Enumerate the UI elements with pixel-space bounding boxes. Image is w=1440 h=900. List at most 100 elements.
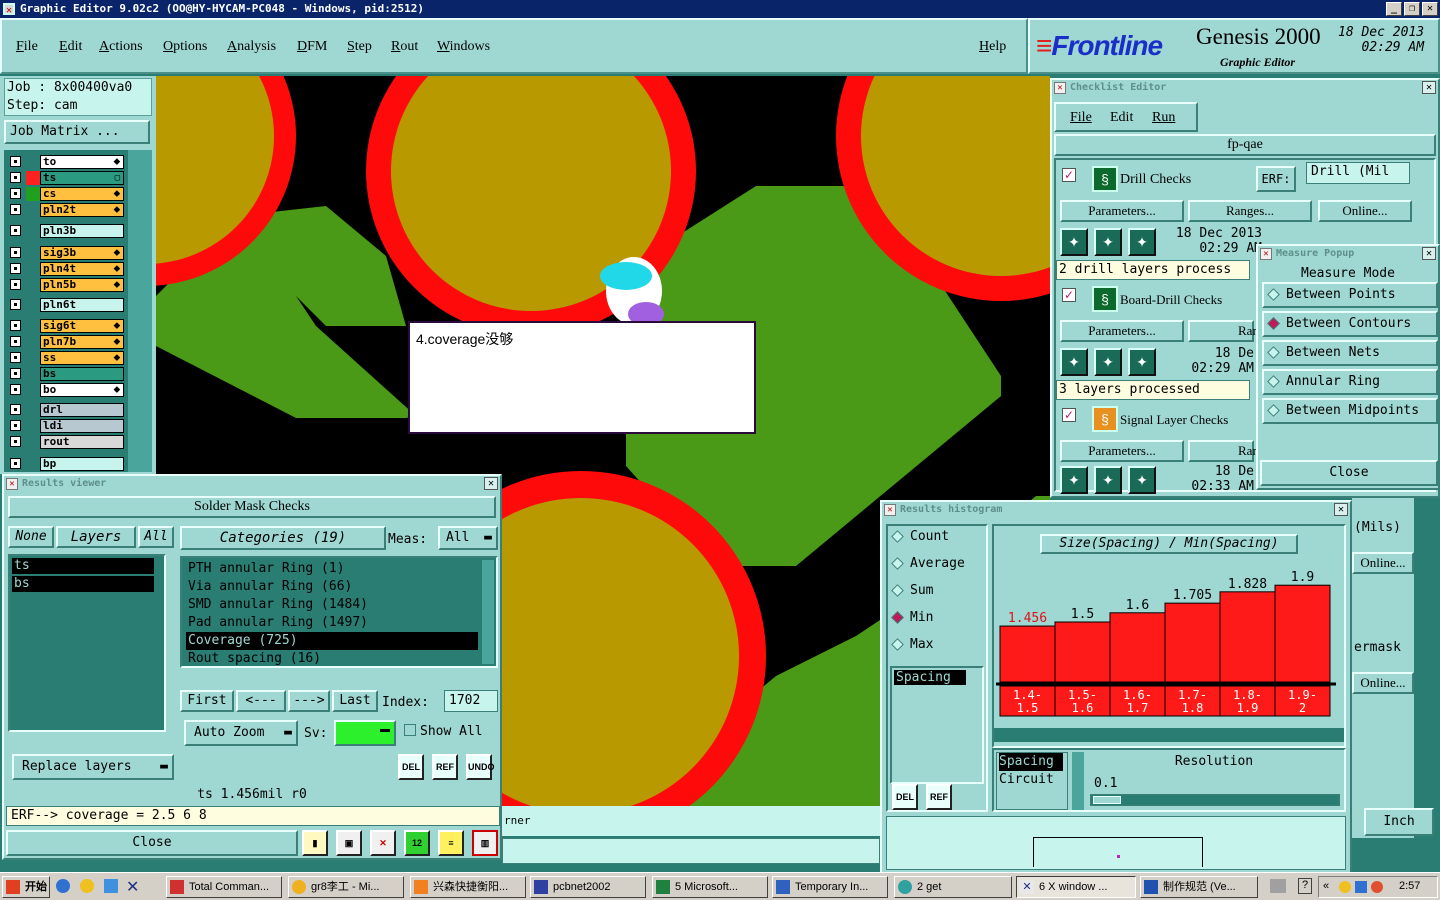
category-item[interactable]: Rout spacing (16) (186, 650, 478, 668)
drill-checks-checkbox[interactable]: ✓ (1062, 168, 1076, 182)
layer-color-swatch[interactable] (26, 419, 40, 433)
layer-color-swatch[interactable] (26, 298, 40, 312)
sv-color-select[interactable]: ▬ (334, 720, 396, 746)
highlight-icon[interactable]: ▮ (302, 830, 328, 856)
type-item-spacing[interactable]: Spacing (999, 753, 1063, 771)
run-icon[interactable]: ✦ (1060, 348, 1088, 376)
mode-between-midpoints[interactable]: Between Midpoints (1262, 398, 1438, 424)
measure-close-button[interactable]: Close (1260, 460, 1438, 486)
help-icon[interactable]: ? (1298, 878, 1312, 894)
layer-name[interactable]: rout (40, 435, 124, 449)
layer-color-swatch[interactable] (26, 203, 40, 217)
layer-name[interactable]: sig6t ⬥ (40, 319, 124, 333)
resolution-slider[interactable] (1090, 794, 1340, 806)
layer-name[interactable]: pln2t ⬥ (40, 203, 124, 217)
layer-color-swatch[interactable] (26, 246, 40, 260)
show-all-checkbox[interactable] (404, 724, 416, 736)
layer-row-pln4t[interactable]: pln4t ⬥ (4, 262, 128, 276)
histogram-bar[interactable] (999, 625, 1056, 683)
ranges-button[interactable]: Ranges... (1188, 200, 1312, 222)
report-icon[interactable]: ▣ (336, 830, 362, 856)
histogram-bar[interactable] (1054, 621, 1111, 683)
result-layer-item[interactable]: bs (12, 576, 154, 592)
layer-row-to[interactable]: to ⬥ (4, 155, 128, 169)
layer-row-pln2t[interactable]: pln2t ⬥ (4, 203, 128, 217)
measure-close-icon[interactable]: ✕ (1422, 247, 1436, 260)
menu-windows[interactable]: Windows (437, 39, 490, 55)
layer-checkbox[interactable] (10, 156, 21, 167)
results-close-button[interactable]: Close (6, 830, 298, 856)
layer-row-pln3b[interactable]: pln3b (4, 224, 128, 238)
checklist-menu-run[interactable]: Run (1152, 110, 1175, 126)
layer-checkbox[interactable] (10, 225, 21, 236)
layer-row-bo[interactable]: bo ⬥ (4, 383, 128, 397)
annotation-note[interactable]: 4.coverage没够 (408, 321, 756, 434)
layer-color-swatch[interactable] (26, 351, 40, 365)
results-viewer-close-icon[interactable]: ✕ (484, 477, 498, 490)
index-input[interactable]: 1702 (444, 690, 498, 712)
stat-count[interactable]: Count (888, 526, 984, 552)
menu-help[interactable]: Help (979, 39, 1006, 55)
layer-checkbox[interactable] (10, 404, 21, 415)
layer-color-swatch[interactable] (26, 319, 40, 333)
layer-color-swatch[interactable] (26, 367, 40, 381)
layer-color-swatch[interactable] (26, 187, 40, 201)
layer-color-swatch[interactable] (26, 155, 40, 169)
layer-color-swatch[interactable] (26, 224, 40, 238)
layer-row-rout[interactable]: rout (4, 435, 128, 449)
next-button[interactable]: ---> (288, 690, 330, 712)
type-item-circuit[interactable]: Circuit (999, 771, 1067, 789)
stat-sum[interactable]: Sum (888, 580, 984, 606)
layer-row-sig6t[interactable]: sig6t ⬥ (4, 319, 128, 333)
ref-icon[interactable]: REF (926, 784, 952, 810)
stat-min[interactable]: Min (888, 607, 984, 633)
histogram-bar[interactable] (1164, 602, 1221, 683)
menu-rout[interactable]: Rout (391, 39, 418, 55)
job-matrix-button[interactable]: Job Matrix ... (4, 120, 150, 144)
measure-popup-titlebar[interactable]: ✕ Measure Popup ✕ (1258, 246, 1438, 262)
histogram-scrollbar[interactable] (994, 728, 1344, 742)
layer-checkbox[interactable] (10, 279, 21, 290)
checklist-menu-edit[interactable]: Edit (1110, 110, 1133, 126)
online-button[interactable]: Online... (1318, 200, 1412, 222)
layer-color-swatch[interactable] (26, 262, 40, 276)
last-button[interactable]: Last (332, 690, 378, 712)
tray-expand-icon[interactable]: « (1323, 880, 1329, 892)
layers-button[interactable]: Layers (56, 526, 136, 548)
close-button[interactable]: ✕ (1422, 2, 1438, 16)
menu-analysis[interactable]: Analysis (227, 39, 276, 55)
layer-row-pln5b[interactable]: pln5b ⬥ (4, 278, 128, 292)
layer-name[interactable]: pln3b (40, 224, 124, 238)
run-step-icon[interactable]: ✦ (1094, 348, 1122, 376)
layer-checkbox[interactable] (10, 172, 21, 183)
run-step-icon[interactable]: ✦ (1094, 466, 1122, 494)
categories-button[interactable]: Categories (19) (180, 526, 386, 550)
run-stop-icon[interactable]: ✦ (1128, 466, 1156, 494)
layer-checkbox[interactable] (10, 436, 21, 447)
menu-actions[interactable]: Actions (99, 39, 143, 55)
menu-dfm[interactable]: DFM (297, 39, 327, 55)
run-stop-icon[interactable]: ✦ (1128, 228, 1156, 256)
ref-icon[interactable]: REF (432, 754, 458, 780)
layer-name[interactable]: to ⬥ (40, 155, 124, 169)
histogram-titlebar[interactable]: ✕ Results histogram ✕ (882, 502, 1350, 518)
layer-checkbox[interactable] (10, 368, 21, 379)
checklist-menu-file[interactable]: File (1070, 110, 1092, 126)
layer-results-list[interactable]: ts bs (8, 554, 166, 732)
layer-name[interactable]: bp (40, 457, 124, 471)
layer-row-ss[interactable]: ss ⬥ (4, 351, 128, 365)
canvas-input-bar[interactable] (502, 838, 880, 864)
layer-row-pln7b[interactable]: pln7b ⬥ (4, 335, 128, 349)
layer-row-cs[interactable]: cs ⬥ (4, 187, 128, 201)
run-icon[interactable]: ✦ (1060, 228, 1088, 256)
parameters-button[interactable]: Parameters... (1060, 320, 1184, 342)
histogram-bar[interactable] (1274, 584, 1331, 683)
taskbar-item[interactable]: 制作规范 (Ve... (1140, 876, 1258, 898)
meas-select[interactable]: All ▬ (438, 526, 498, 550)
mode-between-contours[interactable]: Between Contours (1262, 311, 1438, 337)
layer-row-drl[interactable]: drl (4, 403, 128, 417)
online-button[interactable]: Online... (1352, 672, 1414, 694)
layer-checkbox[interactable] (10, 420, 21, 431)
layer-name[interactable]: ts ▢ (40, 171, 124, 185)
category-item[interactable]: Pad annular Ring (1497) (186, 614, 478, 632)
